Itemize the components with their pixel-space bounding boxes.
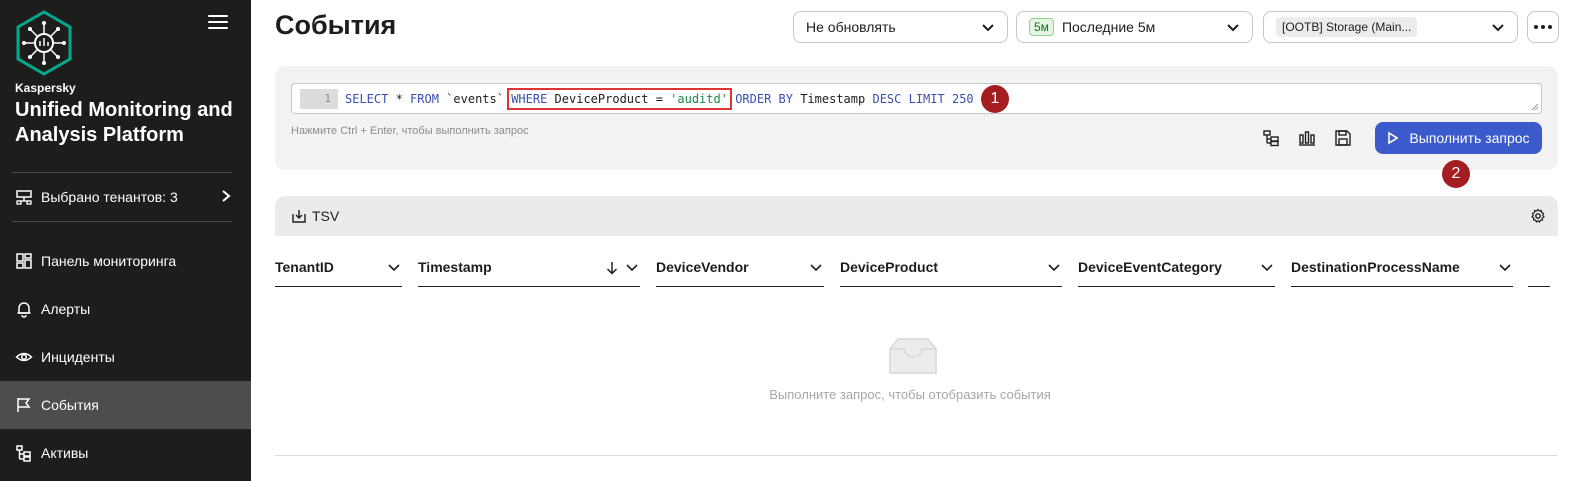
chevron-down-icon[interactable] [1048, 263, 1060, 273]
query-editor[interactable]: 1 SELECT * FROM `events` WHERE DevicePro… [291, 83, 1542, 114]
code-where-value: 'auditd' [670, 92, 728, 106]
sidebar-item-incidents[interactable]: Инциденты [0, 333, 251, 381]
save-icon[interactable] [1334, 129, 1352, 147]
sidebar-divider [12, 221, 232, 222]
column-header-destinationprocessname[interactable]: DestinationProcessName [1291, 248, 1513, 287]
code-order-field: Timestamp [792, 92, 873, 106]
play-icon [1388, 131, 1399, 145]
export-tsv-button[interactable]: TSV [291, 208, 339, 224]
annotation-marker-1: 1 [981, 85, 1009, 113]
code-where-field: DeviceProduct = [547, 92, 671, 106]
export-tsv-label: TSV [312, 208, 340, 224]
query-hint: Нажмите Ctrl + Enter, чтобы выполнить за… [291, 125, 529, 137]
where-clause-highlight: WHERE DeviceProduct = 'auditd' [507, 88, 732, 110]
column-header-devicevendor[interactable]: DeviceVendor [656, 248, 824, 287]
kw-desc: DESC [872, 92, 902, 106]
chevron-right-icon [222, 190, 231, 202]
sidebar-item-label: События [41, 397, 99, 413]
column-header-timestamp[interactable]: Timestamp [418, 248, 640, 287]
period-select[interactable]: 5м Последние 5м [1016, 11, 1253, 43]
query-code: SELECT * FROM `events` WHERE DeviceProdu… [345, 88, 974, 110]
column-header-tenantid[interactable]: TenantID [275, 248, 402, 287]
code-limit-value: 250 [951, 92, 974, 106]
column-header-label: DeviceEventCategory [1078, 259, 1222, 275]
download-icon [292, 210, 306, 223]
kaspersky-logo [16, 10, 72, 76]
brand-product: Unified Monitoring and Analysis Platform [15, 99, 233, 146]
sidebar-item-label: Инциденты [41, 349, 115, 365]
storage-select[interactable]: [OOTB] Storage (Main... [1263, 11, 1518, 43]
storage-chip: [OOTB] Storage (Main... [1276, 17, 1418, 37]
sidebar-item-alerts[interactable]: Алерты [0, 285, 251, 333]
period-badge: 5м [1029, 18, 1054, 36]
column-header-overflow [1528, 286, 1550, 287]
sidebar-item-assets[interactable]: Активы [0, 429, 251, 477]
eye-icon [15, 352, 33, 362]
tenants-icon [16, 190, 32, 205]
empty-state-text: Выполните запрос, чтобы отобразить событ… [769, 387, 1051, 402]
sidebar-divider [12, 172, 232, 173]
kw-select: SELECT [345, 92, 389, 106]
bar-chart-icon[interactable] [1298, 129, 1316, 147]
column-header-deviceeventcategory[interactable]: DeviceEventCategory [1078, 248, 1275, 287]
more-options-button[interactable] [1527, 11, 1559, 43]
column-header-label: TenantID [275, 259, 334, 275]
column-header-label: DeviceProduct [840, 259, 939, 275]
results-toolbar: TSV [275, 196, 1558, 236]
chevron-down-icon[interactable] [388, 263, 400, 273]
kw-where: WHERE [511, 92, 548, 106]
flag-icon [17, 398, 31, 412]
empty-inbox-icon [889, 338, 937, 374]
chevron-down-icon[interactable] [626, 263, 638, 273]
chevron-down-icon[interactable] [1261, 263, 1273, 273]
line-number: 1 [300, 89, 338, 109]
chevron-down-icon[interactable] [1499, 263, 1511, 273]
bell-icon [17, 302, 31, 318]
sidebar-item-label: Активы [41, 445, 89, 461]
sidebar-item-label: Алерты [41, 301, 91, 317]
sidebar-item-label: Панель мониторинга [41, 253, 177, 269]
run-query-button[interactable]: Выполнить запрос [1375, 122, 1542, 154]
dashboard-icon [16, 253, 32, 269]
sidebar: Kaspersky Unified Monitoring and Analysi… [0, 0, 251, 481]
gear-icon[interactable] [1530, 208, 1546, 224]
column-header-label: DeviceVendor [656, 259, 749, 275]
sidebar-item-dashboard[interactable]: Панель мониторинга [0, 237, 251, 285]
query-panel: 1 SELECT * FROM `events` WHERE DevicePro… [275, 66, 1558, 170]
chevron-down-icon[interactable] [810, 263, 822, 273]
menu-toggle-icon[interactable] [208, 15, 228, 31]
chevron-down-icon [1227, 24, 1239, 32]
sort-descending-icon[interactable] [606, 261, 618, 275]
assets-icon [16, 445, 31, 462]
kw-limit: LIMIT [908, 92, 945, 106]
column-header-label: DestinationProcessName [1291, 259, 1460, 275]
column-header-label: Timestamp [418, 259, 492, 275]
page-title: События [275, 10, 397, 40]
kw-from: FROM [410, 92, 439, 106]
period-select-value: Последние 5м [1061, 19, 1156, 35]
refresh-select[interactable]: Не обновлять [793, 11, 1008, 43]
column-header-deviceproduct[interactable]: DeviceProduct [840, 248, 1062, 287]
run-query-label: Выполнить запрос [1409, 130, 1530, 146]
brand-company: Kaspersky [15, 81, 76, 95]
results-bottom-divider [275, 455, 1558, 456]
annotation-marker-2: 2 [1442, 160, 1470, 188]
tenants-label: Выбрано тенантов: 3 [41, 189, 178, 205]
kw-order-by: ORDER BY [735, 92, 793, 106]
chevron-down-icon [982, 24, 994, 32]
code-table: `events` [438, 92, 512, 106]
chevron-down-icon [1492, 24, 1504, 32]
refresh-select-value: Не обновлять [806, 19, 896, 35]
tenants-selector[interactable]: Выбрано тенантов: 3 [0, 174, 251, 220]
resize-handle-icon[interactable] [1531, 103, 1539, 111]
code-star: * [388, 92, 411, 106]
tree-structure-icon[interactable] [1262, 129, 1280, 147]
sidebar-item-events[interactable]: События [0, 381, 251, 429]
